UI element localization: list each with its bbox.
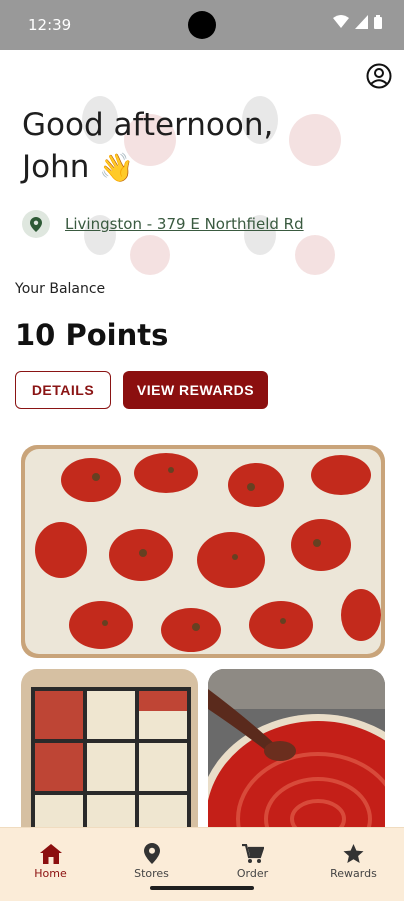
home-icon	[39, 844, 62, 864]
location-pin-icon	[143, 843, 160, 864]
status-bar: 12:39	[0, 0, 404, 50]
waving-hand-icon: 👋	[99, 151, 135, 184]
nav-rewards-label: Rewards	[330, 867, 377, 880]
nav-rewards[interactable]: Rewards	[303, 828, 404, 880]
nav-stores-label: Stores	[134, 867, 169, 880]
points-balance: 10 Points	[15, 318, 169, 352]
nav-order[interactable]: Order	[202, 828, 303, 880]
home-indicator[interactable]	[150, 886, 254, 890]
cart-icon	[241, 844, 264, 863]
greeting: Good afternoon, John 👋	[22, 104, 273, 189]
view-rewards-button[interactable]: VIEW REWARDS	[123, 371, 268, 409]
store-link[interactable]: Livingston - 379 E Northfield Rd	[65, 215, 304, 233]
nav-home[interactable]: Home	[0, 828, 101, 880]
pizza-photo-main	[21, 445, 385, 658]
store-location[interactable]: Livingston - 379 E Northfield Rd	[22, 210, 304, 238]
balance-label: Your Balance	[15, 281, 106, 297]
camera-cutout	[188, 11, 216, 39]
greeting-line-1: Good afternoon,	[22, 107, 274, 143]
location-pin-badge	[22, 210, 50, 238]
nav-order-label: Order	[236, 867, 269, 880]
nav-stores[interactable]: Stores	[101, 828, 202, 880]
star-icon	[343, 844, 364, 863]
greeting-line-2: John 👋	[22, 146, 273, 189]
home-screen: Good afternoon, John 👋 Livingston - 379 …	[0, 50, 404, 901]
status-time: 12:39	[28, 16, 72, 34]
wifi-icon	[333, 15, 349, 28]
user-name: John	[22, 149, 90, 185]
battery-icon	[374, 15, 382, 29]
location-pin-icon	[30, 216, 42, 232]
signal-icon	[355, 15, 368, 29]
status-icons	[333, 15, 382, 29]
profile-icon[interactable]	[366, 63, 392, 89]
nav-home-label: Home	[34, 867, 67, 880]
details-button[interactable]: DETAILS	[15, 371, 111, 409]
